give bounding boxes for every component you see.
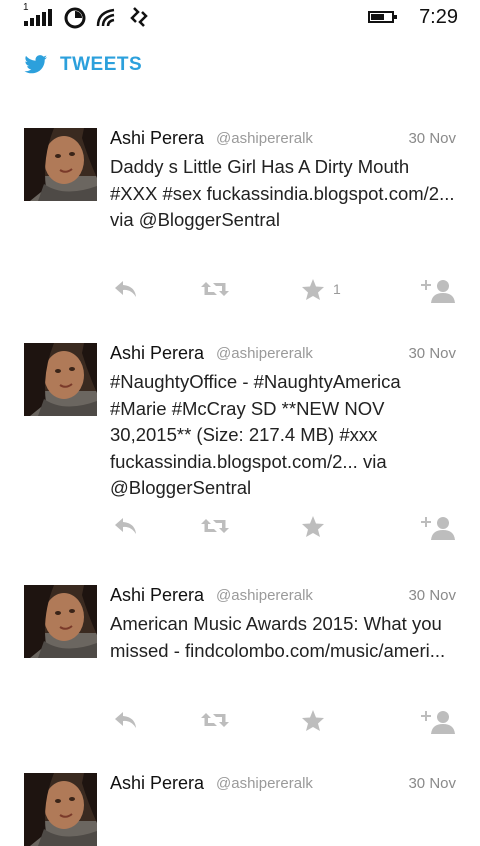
retweet-icon[interactable] (200, 709, 230, 736)
tweet-author-name[interactable]: Ashi Perera (110, 773, 204, 794)
tweet-date: 30 Nov (408, 775, 456, 792)
reply-icon[interactable] (113, 515, 139, 542)
clock-time: 7:29 (419, 6, 458, 28)
tweet-author-name[interactable]: Ashi Perera (110, 343, 204, 364)
follow-user-icon[interactable] (421, 709, 457, 740)
tweet-author-handle: @ashipereralk (216, 345, 313, 362)
reply-icon[interactable] (113, 709, 139, 736)
ringer-vibrate-icon (130, 7, 148, 27)
tweet-date: 30 Nov (408, 130, 456, 147)
tweet-author-handle: @ashipereralk (216, 587, 313, 604)
tweet-author-handle: @ashipereralk (216, 775, 313, 792)
avatar[interactable] (24, 343, 97, 416)
signal-sim-label: 1 (23, 2, 29, 13)
status-bar: 1 7:29 (0, 0, 480, 36)
battery-icon (368, 11, 397, 23)
wifi-icon (96, 8, 115, 27)
tweet-actions (0, 709, 480, 739)
page-header: TWEETS (24, 52, 142, 78)
reply-icon[interactable] (113, 278, 139, 305)
tweet-author-name[interactable]: Ashi Perera (110, 585, 204, 606)
tweet-actions: 1 (0, 278, 480, 308)
tweet-author-handle: @ashipereralk (216, 130, 313, 147)
tweet-actions (0, 515, 480, 545)
tweet-date: 30 Nov (408, 587, 456, 604)
avatar[interactable] (24, 128, 97, 201)
favorite-star-icon[interactable] (301, 515, 325, 543)
favorite-star-icon[interactable] (301, 709, 325, 737)
tweet-date: 30 Nov (408, 345, 456, 362)
avatar[interactable] (24, 585, 97, 658)
avatar[interactable] (24, 773, 97, 846)
twitter-bird-icon (24, 55, 47, 74)
favorite-star-icon[interactable] (301, 278, 325, 306)
data-connection-icon (64, 7, 86, 29)
tweet-text: Daddy s Little Girl Has A Dirty Mouth #X… (110, 156, 455, 230)
tweet-text: American Music Awards 2015: What you mis… (110, 613, 446, 661)
retweet-icon[interactable] (200, 278, 230, 305)
tweet-author-name[interactable]: Ashi Perera (110, 128, 204, 149)
page-title: TWEETS (60, 54, 143, 75)
follow-user-icon[interactable] (421, 515, 457, 546)
favorite-count: 1 (333, 281, 341, 297)
follow-user-icon[interactable] (421, 278, 457, 309)
tweet-text: #NaughtyOffice - #NaughtyAmerica #Marie … (110, 371, 401, 498)
retweet-icon[interactable] (200, 515, 230, 542)
